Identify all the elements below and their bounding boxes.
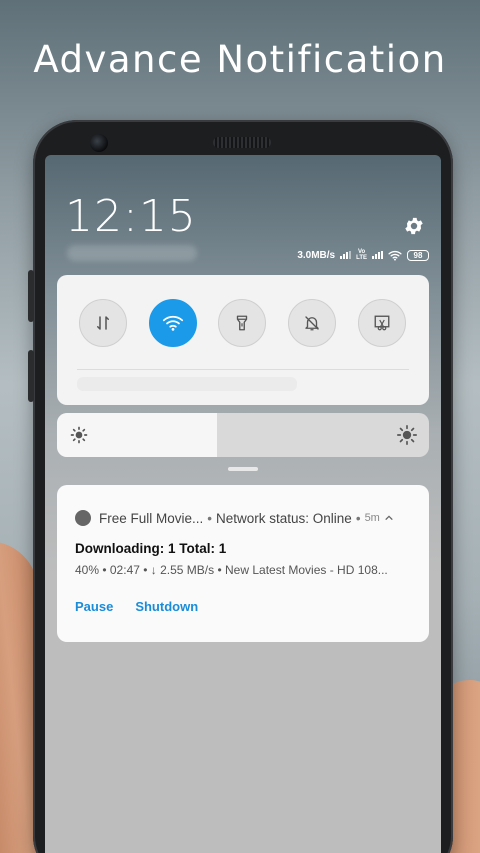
gear-icon[interactable] — [403, 215, 425, 237]
volume-up-button — [28, 270, 34, 322]
network-status: Network status: Online — [216, 510, 352, 526]
pause-button[interactable]: Pause — [75, 599, 113, 614]
signal-icon-2 — [372, 251, 383, 259]
qs-divider — [77, 369, 409, 370]
notification-header: Free Full Movie... • Network status: Onl… — [75, 509, 411, 527]
wifi-toggle[interactable] — [149, 299, 197, 347]
signal-icon — [340, 251, 352, 259]
shutdown-button[interactable]: Shutdown — [135, 599, 198, 614]
separator-dot: • — [207, 510, 213, 526]
clock: 12:15 — [65, 191, 197, 242]
phone-screen: 12:15 3.0MB/s Vo LTE 98 Free Full Movie.… — [45, 155, 441, 853]
app-icon — [75, 510, 91, 526]
qs-footer-blurred — [77, 377, 297, 391]
data-toggle[interactable] — [79, 299, 127, 347]
chevron-up-icon[interactable] — [384, 513, 394, 523]
earpiece-speaker — [213, 137, 271, 148]
separator-dot: • — [355, 510, 361, 526]
front-camera — [90, 134, 108, 152]
screenshot-toggle[interactable] — [358, 299, 406, 347]
network-speed: 3.0MB/s — [297, 249, 336, 261]
app-name: Free Full Movie... — [99, 510, 204, 526]
battery-icon: 98 — [407, 249, 429, 261]
brightness-slider[interactable] — [57, 413, 429, 457]
quick-settings-panel — [57, 275, 429, 405]
bell-off-icon — [305, 316, 319, 331]
date-text-blurred — [67, 245, 197, 261]
lte-label: LTE — [356, 255, 367, 261]
notification-title: Downloading: 1 Total: 1 — [75, 541, 227, 556]
brightness-high-icon — [397, 425, 417, 445]
mute-toggle[interactable] — [288, 299, 336, 347]
notification-actions: Pause Shutdown — [75, 599, 198, 614]
notification-detail: 40% • 02:47 • ↓ 2.55 MB/s • New Latest M… — [75, 563, 388, 577]
flashlight-icon — [236, 315, 248, 331]
drag-handle[interactable] — [228, 467, 258, 471]
download-notification[interactable]: Free Full Movie... • Network status: Onl… — [57, 485, 429, 642]
scissors-icon — [374, 315, 390, 331]
status-bar: 3.0MB/s Vo LTE 98 — [297, 247, 429, 263]
volume-down-button — [28, 350, 34, 402]
wifi-icon — [162, 315, 184, 331]
volte-icon: Vo LTE — [356, 249, 367, 261]
banner-title: Advance Notification — [33, 38, 447, 81]
arrows-updown-icon — [97, 316, 109, 330]
wifi-status-icon — [388, 250, 402, 261]
flashlight-toggle[interactable] — [218, 299, 266, 347]
brightness-low-icon — [70, 426, 88, 444]
notification-age: 5m — [364, 512, 380, 524]
